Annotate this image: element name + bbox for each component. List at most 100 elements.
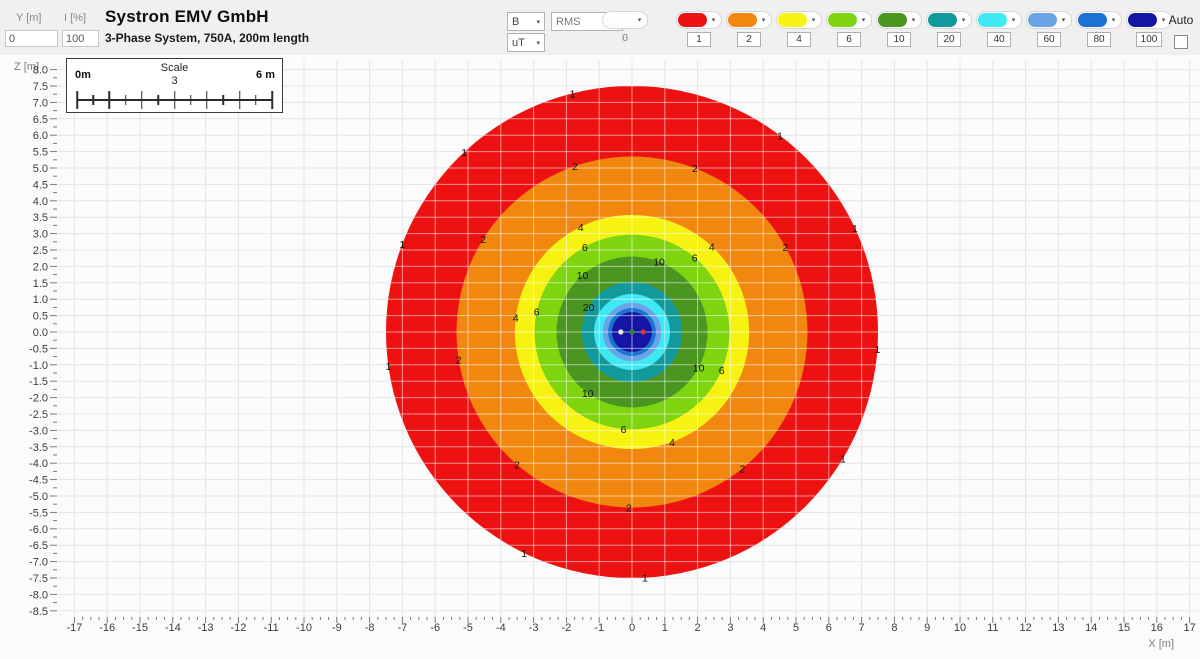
ruler-tick bbox=[190, 95, 192, 105]
ruler-tick bbox=[239, 91, 241, 109]
y-position-input[interactable] bbox=[5, 30, 58, 47]
level-color-pill[interactable]: ▾ bbox=[926, 11, 972, 29]
chevron-down-icon[interactable]: ▾ bbox=[1007, 16, 1020, 24]
level-value-input[interactable] bbox=[787, 32, 811, 47]
contour-label: 1 bbox=[852, 223, 858, 235]
current-percent-input[interactable] bbox=[62, 30, 99, 47]
level-value-input[interactable] bbox=[837, 32, 861, 47]
x-tick-label: 17 bbox=[1183, 622, 1195, 634]
z-tick-label: -7.0 bbox=[29, 557, 48, 569]
contour-label: 10 bbox=[693, 362, 705, 374]
x-tick-label: -9 bbox=[332, 622, 342, 634]
z-tick-label: 6.0 bbox=[33, 130, 48, 142]
x-tick-label: -13 bbox=[198, 622, 214, 634]
x-tick-label: 10 bbox=[954, 622, 966, 634]
level-color-pill[interactable]: ▾ bbox=[726, 11, 772, 29]
level-color-pill[interactable]: ▾ bbox=[876, 11, 922, 29]
level-color-pill[interactable]: ▾ bbox=[602, 11, 648, 29]
z-axis-tick-labels: 8.07.57.06.56.05.55.04.54.03.53.02.52.01… bbox=[29, 65, 48, 618]
ruler-tick bbox=[125, 95, 127, 105]
x-tick-label: -4 bbox=[496, 622, 506, 634]
chevron-down-icon[interactable]: ▾ bbox=[1107, 16, 1120, 24]
level-value-input[interactable] bbox=[887, 32, 911, 47]
x-tick-label: 11 bbox=[987, 622, 998, 634]
chevron-down-icon[interactable]: ▾ bbox=[1057, 16, 1070, 24]
auto-checkbox[interactable] bbox=[1174, 35, 1188, 49]
level-group-6: ▾ bbox=[826, 11, 872, 47]
field-type-select[interactable]: B ▾ bbox=[507, 12, 545, 31]
contour-label: 6 bbox=[719, 365, 725, 377]
chevron-down-icon[interactable]: ▾ bbox=[807, 16, 820, 24]
level-color-swatch bbox=[878, 13, 907, 27]
scale-ruler bbox=[77, 89, 272, 111]
z-axis-ticks bbox=[50, 70, 57, 611]
level-group-1: ▾ bbox=[676, 11, 722, 47]
level-color-pill[interactable]: ▾ bbox=[826, 11, 872, 29]
level-value-input[interactable] bbox=[1037, 32, 1061, 47]
ruler-tick bbox=[76, 91, 78, 109]
z-tick-label: 5.0 bbox=[33, 163, 48, 175]
level-value-input[interactable] bbox=[687, 32, 711, 47]
level-color-swatch bbox=[1128, 13, 1157, 27]
mode-value: RMS bbox=[556, 16, 580, 28]
system-subtitle: 3-Phase System, 750A, 200m length bbox=[105, 31, 309, 45]
x-tick-label: 7 bbox=[859, 622, 865, 634]
contour-label: 2 bbox=[456, 354, 462, 366]
chevron-down-icon[interactable]: ▾ bbox=[707, 16, 720, 24]
contour-label: 2 bbox=[626, 502, 632, 514]
z-tick-label: -3.0 bbox=[29, 425, 48, 437]
z-tick-label: -5.5 bbox=[29, 507, 48, 519]
chevron-down-icon[interactable]: ▾ bbox=[957, 16, 970, 24]
x-tick-label: 4 bbox=[760, 622, 766, 634]
chevron-down-icon[interactable]: ▾ bbox=[633, 16, 646, 24]
contour-label: 4 bbox=[513, 313, 519, 325]
z-tick-label: -5.0 bbox=[29, 491, 48, 503]
x-tick-label: -2 bbox=[562, 622, 572, 634]
z-tick-label: -4.0 bbox=[29, 458, 48, 470]
level-value-input[interactable] bbox=[987, 32, 1011, 47]
level-color-swatch bbox=[778, 13, 807, 27]
level-value-input[interactable] bbox=[937, 32, 961, 47]
x-tick-label: 8 bbox=[891, 622, 897, 634]
chevron-down-icon[interactable]: ▾ bbox=[907, 16, 920, 24]
level-color-pill[interactable]: ▾ bbox=[676, 11, 722, 29]
z-tick-label: -2.5 bbox=[29, 409, 48, 421]
level-value-input[interactable] bbox=[1136, 32, 1162, 47]
z-tick-label: -7.5 bbox=[29, 573, 48, 585]
ruler-tick bbox=[158, 95, 160, 105]
x-tick-label: 5 bbox=[793, 622, 799, 634]
z-tick-label: 3.0 bbox=[33, 229, 48, 241]
contour-label: 2 bbox=[572, 161, 578, 173]
chevron-down-icon[interactable]: ▾ bbox=[757, 16, 770, 24]
contour-label: 1 bbox=[399, 239, 405, 251]
z-tick-label: 1.5 bbox=[33, 278, 48, 290]
level-color-swatch bbox=[978, 13, 1007, 27]
contour-label: 6 bbox=[692, 252, 698, 264]
x-tick-label: 2 bbox=[695, 622, 701, 634]
unit-select[interactable]: uT ▾ bbox=[507, 33, 545, 52]
level-color-pill[interactable]: ▾ bbox=[776, 11, 822, 29]
level-group-2: ▾ bbox=[726, 11, 772, 47]
z-tick-label: -8.0 bbox=[29, 589, 48, 601]
z-tick-label: 4.5 bbox=[33, 179, 48, 191]
level-value-input[interactable] bbox=[1087, 32, 1111, 47]
x-tick-label: -5 bbox=[463, 622, 473, 634]
contour-label: 1 bbox=[874, 344, 880, 356]
level-color-pill[interactable]: ▾ bbox=[1076, 11, 1122, 29]
y-position-label: Y [m] bbox=[16, 12, 41, 24]
title-block: Systron EMV GmbH 3-Phase System, 750A, 2… bbox=[105, 7, 309, 45]
x-tick-label: -3 bbox=[529, 622, 539, 634]
z-tick-label: -1.5 bbox=[29, 376, 48, 388]
contour-label: 1 bbox=[840, 454, 846, 466]
chevron-down-icon[interactable]: ▾ bbox=[857, 16, 870, 24]
z-tick-label: 4.0 bbox=[33, 196, 48, 208]
x-tick-label: -16 bbox=[99, 622, 115, 634]
level-value-input[interactable] bbox=[737, 32, 761, 47]
z-tick-label: 2.0 bbox=[33, 261, 48, 273]
x-tick-label: 16 bbox=[1151, 622, 1163, 634]
level-color-pill[interactable]: ▾ bbox=[976, 11, 1022, 29]
level-color-pill[interactable]: ▾ bbox=[1026, 11, 1072, 29]
x-tick-label: -12 bbox=[230, 622, 246, 634]
level-group-60: ▾ bbox=[1026, 11, 1072, 47]
level-group-10: ▾ bbox=[876, 11, 922, 47]
